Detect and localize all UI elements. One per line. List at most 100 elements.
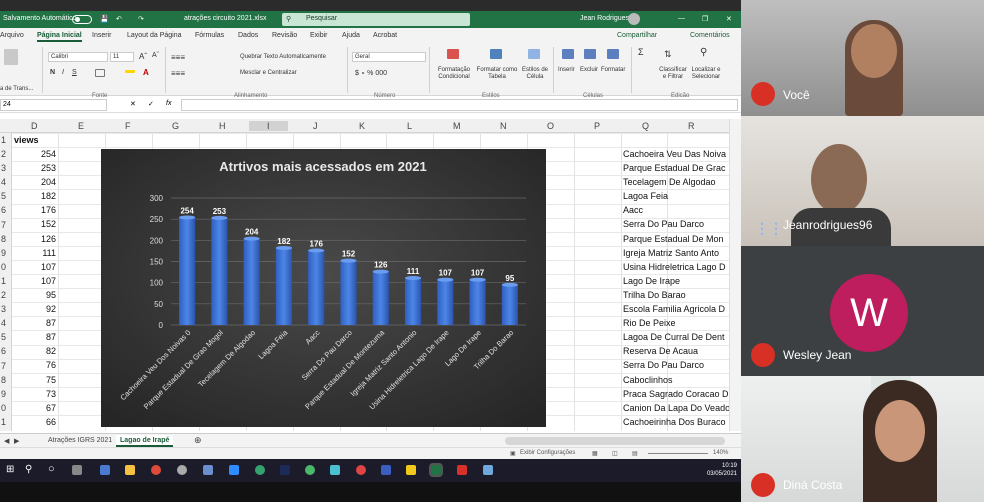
tab-ajuda[interactable]: Ajuda	[342, 32, 360, 39]
paste-icon[interactable]	[4, 49, 18, 65]
participant-tile-jeanrodrigues96[interactable]: ⋮⋮ Jeanrodrigues96	[741, 116, 984, 246]
shrink-font-icon[interactable]: Aˇ	[152, 52, 159, 59]
photoshop-icon[interactable]	[280, 465, 290, 475]
merge-center-button[interactable]: Mesclar e Centralizar	[240, 70, 297, 76]
bar[interactable]	[243, 238, 260, 325]
excel-taskbar-icon[interactable]	[429, 463, 443, 477]
bar[interactable]	[372, 271, 389, 325]
row-number[interactable]: 7	[0, 359, 11, 373]
row-number[interactable]: 8	[0, 232, 11, 246]
col-h[interactable]: H	[219, 121, 226, 131]
col-d[interactable]: D	[31, 121, 38, 131]
sheet-tab-atracoes[interactable]: Atrações IGRS 2021	[48, 437, 112, 444]
bar[interactable]	[340, 260, 357, 325]
tab-inserir[interactable]: Inserir	[92, 32, 111, 39]
font-name-select[interactable]: Calibri	[48, 52, 108, 62]
chrome-icon-2[interactable]	[356, 465, 366, 475]
participant-tile-wesley[interactable]: W Wesley Jean	[741, 246, 984, 376]
row-number[interactable]: 4	[0, 316, 11, 330]
display-settings-icon[interactable]: ▣	[510, 450, 516, 457]
row-number[interactable]: 1	[0, 274, 11, 288]
row-number[interactable]: 5	[0, 189, 11, 203]
windows-start-icon[interactable]: ⊞	[6, 464, 14, 475]
underline-icon[interactable]: S	[72, 69, 77, 76]
file-explorer-icon[interactable]	[125, 465, 135, 475]
font-color-icon[interactable]: A	[143, 68, 149, 77]
teams-icon[interactable]	[100, 465, 110, 475]
col-e[interactable]: E	[78, 121, 84, 131]
views-cell[interactable]: 75	[12, 373, 58, 387]
app-icon-3[interactable]	[330, 465, 340, 475]
close-icon[interactable]: ✕	[726, 15, 732, 23]
align-left-icon[interactable]: ≡≡≡	[171, 69, 185, 78]
font-size-select[interactable]: 11	[110, 52, 134, 62]
tab-arquivo[interactable]: Arquivo	[0, 32, 24, 39]
tab-formulas[interactable]: Fórmulas	[195, 32, 224, 39]
views-cell[interactable]: 76	[12, 358, 58, 372]
bar[interactable]	[308, 250, 325, 325]
attraction-cell[interactable]: Serra Do Pau Darco	[623, 217, 730, 231]
views-cell[interactable]: 253	[12, 161, 58, 175]
attraction-cell[interactable]: Igreja Matriz Santo Anto	[623, 246, 730, 260]
edge-icon[interactable]	[255, 465, 265, 475]
attraction-cell[interactable]: Praca Sagrado Coracao D	[623, 387, 730, 401]
row-number[interactable]: 9	[0, 246, 11, 260]
row-number[interactable]: 0	[0, 260, 11, 274]
delete-cells-button[interactable]: Excluir	[580, 67, 598, 73]
views-cell[interactable]: 126	[12, 232, 58, 246]
sort-filter-icon[interactable]: ⇅	[664, 49, 672, 60]
cell-styles-button[interactable]: Estilos de Célula	[519, 67, 551, 81]
row-number[interactable]: 3	[0, 302, 11, 316]
cortana-icon[interactable]: ○	[48, 463, 55, 475]
sticky-notes-icon[interactable]	[406, 465, 416, 475]
participant-tile-dina[interactable]: Diná Costa	[741, 376, 984, 502]
views-cell[interactable]: 67	[12, 401, 58, 415]
currency-icon[interactable]: $ ∘ % 000	[355, 69, 387, 77]
format-table-button[interactable]: Formatar como Tabela	[475, 67, 519, 81]
display-settings-label[interactable]: Exibir Configurações	[520, 450, 575, 456]
tab-pagina-inicial[interactable]: Página Inicial	[37, 32, 82, 42]
views-cell[interactable]: 176	[12, 203, 58, 217]
views-cell[interactable]: 182	[12, 189, 58, 203]
tab-revisao[interactable]: Revisão	[272, 32, 297, 39]
bold-icon[interactable]: N	[50, 69, 55, 76]
clock[interactable]: 10:19 03/05/2021	[707, 462, 737, 478]
views-cell[interactable]: 111	[12, 246, 58, 260]
autosum-icon[interactable]: Σ	[638, 47, 644, 57]
tab-exibir[interactable]: Exibir	[310, 32, 328, 39]
prev-sheet-icon[interactable]: ◀	[4, 437, 9, 445]
views-cell[interactable]: 73	[12, 387, 58, 401]
row-number[interactable]: 2	[0, 147, 11, 161]
save-icon[interactable]: 💾	[100, 15, 109, 23]
chrome-icon[interactable]	[151, 465, 161, 475]
formula-input[interactable]	[181, 99, 738, 111]
attraction-cell[interactable]: Trilha Do Barao	[623, 288, 730, 302]
attraction-cell[interactable]: Lago De Irape	[623, 274, 730, 288]
delete-cells-icon[interactable]	[584, 49, 596, 59]
row-number[interactable]: 1	[0, 133, 11, 147]
zoom-app-icon[interactable]	[229, 465, 239, 475]
autosave-toggle[interactable]	[72, 15, 92, 24]
redo-icon[interactable]: ↷	[138, 15, 144, 23]
bar[interactable]	[501, 284, 518, 325]
views-cell[interactable]: 254	[12, 147, 58, 161]
undo-icon[interactable]: ↶	[116, 15, 122, 23]
col-j[interactable]: J	[313, 121, 318, 131]
attraction-cell[interactable]: Tecelagem De Algodao	[623, 175, 730, 189]
col-i[interactable]: I	[249, 121, 288, 131]
bar[interactable]	[179, 217, 196, 325]
views-header-cell[interactable]: views	[14, 135, 39, 145]
attraction-cell[interactable]: Escola Familia Agricola D	[623, 302, 730, 316]
bar[interactable]	[469, 279, 486, 325]
col-f[interactable]: F	[125, 121, 131, 131]
attraction-cell[interactable]: Parque Estadual De Grac	[623, 161, 730, 175]
format-cells-icon[interactable]	[607, 49, 619, 59]
vertical-scrollbar[interactable]	[729, 119, 741, 431]
attraction-cell[interactable]: Usina Hidreletrica Lago D	[623, 260, 730, 274]
attraction-cell[interactable]: Caboclinhos	[623, 373, 730, 387]
app-icon[interactable]	[203, 465, 213, 475]
insert-cells-icon[interactable]	[562, 49, 574, 59]
views-cell[interactable]: 152	[12, 217, 58, 231]
row-number[interactable]: 6	[0, 203, 11, 217]
search-taskbar-icon[interactable]: ⚲	[25, 464, 32, 475]
